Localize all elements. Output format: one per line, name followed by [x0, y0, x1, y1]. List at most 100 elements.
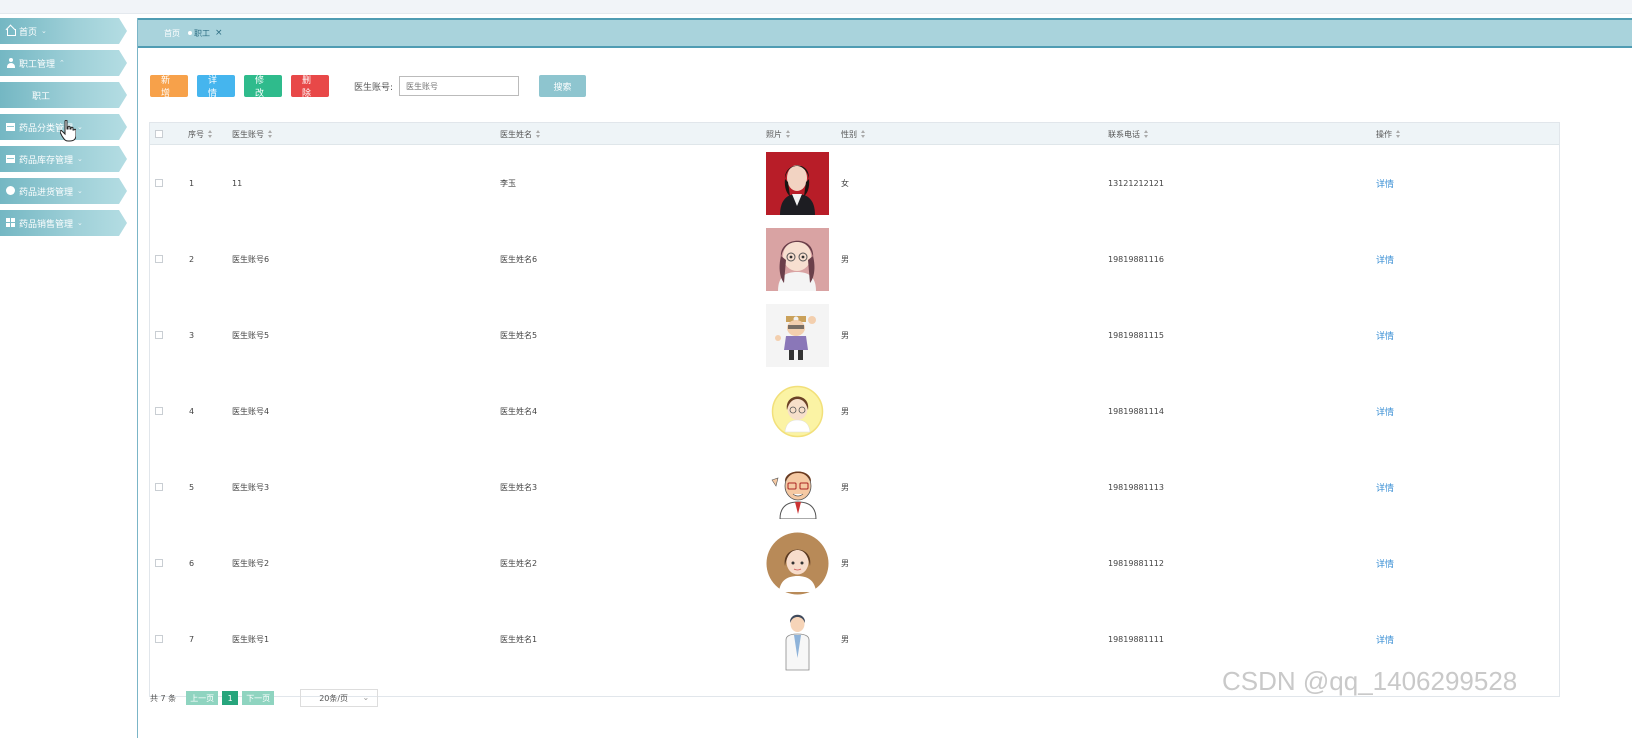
checkbox[interactable] [155, 255, 163, 263]
search-button[interactable]: 搜索 [539, 75, 587, 97]
staff-table: 序号 医生账号 医生姓名 照片 性别 联系电话 操作 1 11 李玉 女 131… [149, 122, 1560, 697]
cell-name: 医生姓名1 [500, 634, 538, 644]
column-header-gender[interactable]: 性别 [841, 123, 866, 145]
cell-phone: 19819881113 [1108, 482, 1164, 492]
column-label: 联系电话 [1108, 129, 1140, 139]
detail-link[interactable]: 详情 [1376, 177, 1394, 190]
table-row[interactable]: 4 医生账号4 医生姓名4 男 19819881114 详情 [150, 373, 1559, 449]
cell-photo [766, 221, 829, 297]
column-label: 性别 [841, 129, 857, 139]
table-row[interactable]: 3 医生账号5 医生姓名5 男 19819881115 详情 [150, 297, 1559, 373]
checkbox[interactable] [155, 331, 163, 339]
search-label: 医生账号: [354, 82, 394, 93]
table-row[interactable]: 6 医生账号2 医生姓名2 男 19819881112 详情 [150, 525, 1559, 601]
sidebar-item-label: 首页 [19, 27, 38, 38]
cell-no: 6 [189, 558, 195, 568]
chevron-down-icon: ⌄ [362, 693, 370, 702]
sort-icon[interactable] [1144, 129, 1149, 139]
sort-icon[interactable] [861, 129, 866, 139]
cell-no: 3 [189, 330, 195, 340]
column-header-name[interactable]: 医生姓名 [500, 123, 541, 145]
edit-button[interactable]: 修改 [244, 75, 282, 99]
sidebar-item-drug-purchase[interactable]: 药品进货管理 ⌄ [0, 178, 127, 204]
checkbox[interactable] [155, 179, 163, 187]
close-icon[interactable]: × [215, 28, 223, 38]
detail-link[interactable]: 详情 [1376, 405, 1394, 418]
cell-account: 11 [232, 178, 243, 188]
box-icon [6, 154, 16, 164]
checkbox[interactable] [155, 130, 163, 138]
cell-account: 医生账号2 [232, 558, 270, 568]
column-header-action[interactable]: 操作 [1376, 123, 1401, 145]
table-row[interactable]: 2 医生账号6 医生姓名6 男 19819881116 详情 [150, 221, 1559, 297]
column-header-no[interactable]: 序号 [188, 123, 213, 145]
cell-gender: 男 [841, 634, 849, 644]
checkbox[interactable] [155, 559, 163, 567]
total-count: 共 7 条 [150, 693, 177, 703]
chevron-down-icon: ⌄ [77, 155, 83, 163]
sort-icon[interactable] [786, 129, 791, 139]
cell-photo [766, 525, 829, 601]
detail-link[interactable]: 详情 [1376, 557, 1394, 570]
page-number-button[interactable]: 1 [222, 691, 239, 705]
column-label: 操作 [1376, 129, 1392, 139]
photo-woman-portrait [766, 151, 829, 215]
cell-gender: 男 [841, 254, 849, 264]
tab-home[interactable]: 首页 [164, 28, 180, 39]
detail-button[interactable]: 详情 [197, 75, 235, 99]
detail-link[interactable]: 详情 [1376, 481, 1394, 494]
page-size-select[interactable]: 20条/页 ⌄ [300, 689, 379, 707]
table-row[interactable]: 1 11 李玉 女 13121212121 详情 [150, 145, 1559, 221]
cell-name: 医生姓名6 [500, 254, 538, 264]
cell-name: 李玉 [500, 178, 516, 188]
column-label: 序号 [188, 129, 204, 139]
cartoon-girl-doctor [766, 227, 829, 291]
cell-phone: 13121212121 [1108, 178, 1164, 188]
sort-icon[interactable] [1396, 129, 1401, 139]
cell-name: 医生姓名2 [500, 558, 538, 568]
add-button[interactable]: 新增 [150, 75, 188, 99]
sort-icon[interactable] [268, 129, 273, 139]
table-row[interactable]: 5 医生账号3 医生姓名3 男 19819881113 详情 [150, 449, 1559, 525]
sidebar-item-drug-sales[interactable]: 药品销售管理 ⌄ [0, 210, 127, 236]
detail-link[interactable]: 详情 [1376, 633, 1394, 646]
sidebar-item-drug-stock[interactable]: 药品库存管理 ⌄ [0, 146, 127, 172]
sidebar-item-staff[interactable]: 职工 [0, 82, 127, 108]
sort-icon[interactable] [208, 129, 213, 139]
cartoon-doctor-yellow-circle [766, 379, 829, 443]
cell-photo [766, 449, 829, 525]
tab-staff[interactable]: 职工 × [188, 28, 223, 39]
sidebar-item-label: 药品库存管理 [19, 155, 74, 166]
sidebar-item-label: 职工 [32, 91, 51, 102]
toolbar: 新增 详情 修改 删除 医生账号: 搜索 [150, 74, 595, 99]
search-input[interactable] [399, 76, 520, 96]
column-header-photo[interactable]: 照片 [766, 123, 791, 145]
cell-gender: 男 [841, 482, 849, 492]
table-header: 序号 医生账号 医生姓名 照片 性别 联系电话 操作 [150, 123, 1559, 145]
prev-page-button[interactable]: 上一页 [186, 691, 219, 705]
cell-name: 医生姓名3 [500, 482, 538, 492]
cell-name: 医生姓名4 [500, 406, 538, 416]
cell-gender: 女 [841, 178, 849, 188]
detail-link[interactable]: 详情 [1376, 253, 1394, 266]
next-page-button[interactable]: 下一页 [242, 691, 275, 705]
checkbox[interactable] [155, 483, 163, 491]
user-icon [6, 58, 16, 68]
checkbox[interactable] [155, 635, 163, 643]
select-all-checkbox[interactable] [155, 123, 163, 145]
cell-photo [766, 373, 829, 449]
cell-photo [766, 297, 829, 373]
column-header-account[interactable]: 医生账号 [232, 123, 273, 145]
chevron-down-icon: ⌄ [77, 123, 83, 131]
top-strip [0, 0, 1632, 14]
sort-icon[interactable] [536, 129, 541, 139]
column-header-phone[interactable]: 联系电话 [1108, 123, 1149, 145]
grid-icon [6, 218, 16, 228]
sidebar-item-staff-management[interactable]: 职工管理 ⌃ [0, 50, 127, 76]
chevron-down-icon: ⌄ [77, 187, 83, 195]
sidebar-item-home[interactable]: 首页 ⌄ [0, 18, 127, 44]
tab-bar: 首页 职工 × [138, 18, 1632, 48]
delete-button[interactable]: 删除 [291, 75, 329, 99]
checkbox[interactable] [155, 407, 163, 415]
detail-link[interactable]: 详情 [1376, 329, 1394, 342]
